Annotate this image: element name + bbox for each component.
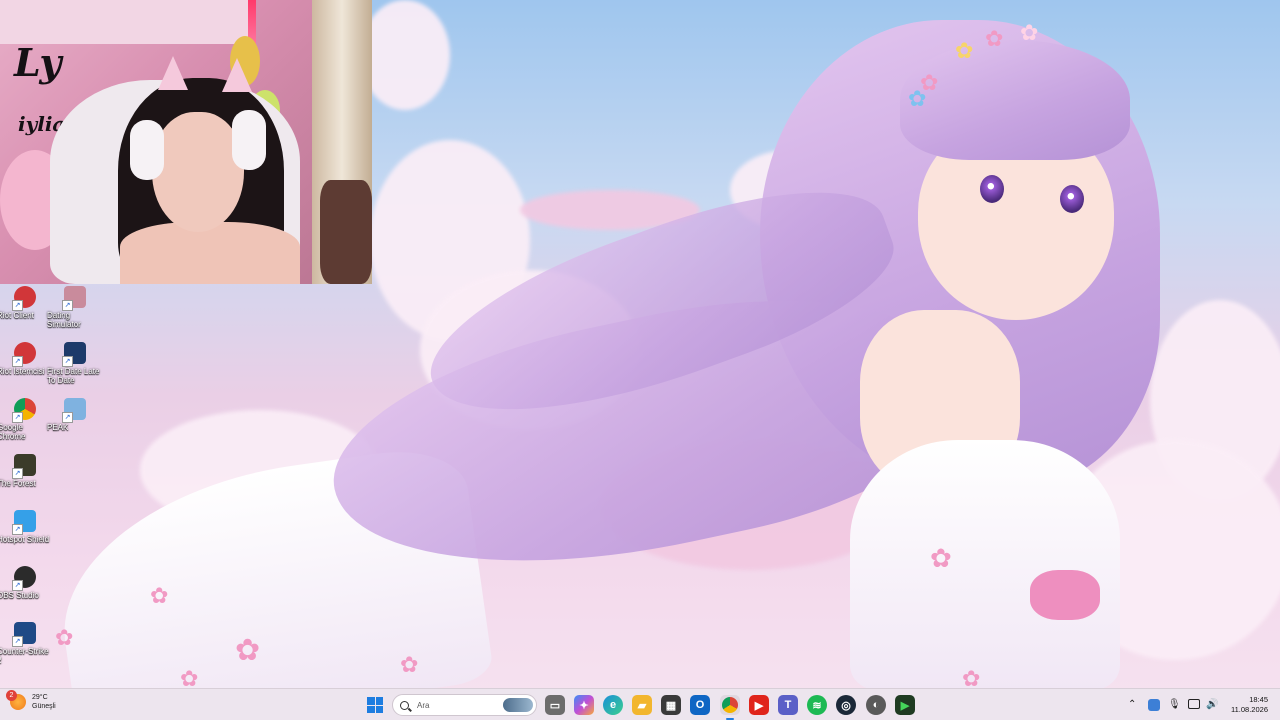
taskbar-app-teams[interactable]: T — [778, 695, 798, 715]
windows-logo-tile — [367, 697, 375, 705]
taskbar: 2 29°C Güneşli Ara ▭ ✦ e ▰ ▦ O ▶ T ≋ ◎ ◐… — [0, 688, 1280, 720]
taskbar-app-game-launcher[interactable]: ▶ — [895, 695, 915, 715]
hotspot-shield-icon — [12, 510, 36, 535]
youtube-icon: ▶ — [754, 699, 764, 712]
taskbar-app-copilot[interactable]: ✦ — [574, 695, 594, 715]
sun-icon: 2 — [6, 690, 26, 710]
shortcut-label: Counter-Strike 2 — [0, 647, 49, 665]
riot-client-icon — [12, 342, 36, 367]
play-icon: ▶ — [900, 699, 910, 712]
obs-studio-icon — [12, 566, 36, 591]
google-chrome-icon — [12, 398, 36, 423]
shortcut-label: OBS Studio — [0, 591, 39, 600]
desktop-shortcut-riot-client[interactable]: Riot Client — [0, 286, 52, 338]
taskbar-app-microsoft-store[interactable]: ▦ — [661, 695, 681, 715]
windows-logo-tile — [375, 697, 383, 705]
steam-icon: ◎ — [841, 699, 851, 712]
weather-widget[interactable]: 2 29°C Güneşli — [6, 690, 56, 711]
headphone-right — [232, 110, 266, 170]
taskbar-search-box[interactable]: Ara — [392, 694, 537, 716]
taskbar-app-chrome[interactable] — [720, 695, 740, 720]
monitor-icon[interactable] — [1188, 699, 1200, 709]
desktop-shortcut-first-date[interactable]: First Date Late To Date — [47, 342, 102, 394]
peak-icon — [62, 398, 86, 423]
first-date-icon — [62, 342, 86, 367]
system-tray: ⌃ 🎙 🔊 18:45 11.08.2026 — [1120, 689, 1280, 720]
outlook-icon: O — [695, 699, 705, 711]
weather-temperature: 29°C — [32, 694, 48, 701]
start-button[interactable] — [367, 697, 383, 713]
the-forest-icon — [12, 454, 36, 479]
shortcut-label: Hotspot Shield — [0, 535, 50, 544]
webcam-overlay: Ly iyliad — [0, 0, 372, 284]
copilot-icon: ✦ — [579, 699, 589, 712]
shortcut-label: Riot İstemcisi — [0, 367, 45, 376]
clock-date: 11.08.2026 — [1231, 705, 1268, 714]
windows-logo-tile — [367, 705, 375, 713]
desktop-shortcut-the-forest[interactable]: The Forest — [0, 454, 52, 506]
desktop-shortcut-peak[interactable]: PEAK — [47, 398, 102, 450]
desktop-shortcut-hotspot-shield[interactable]: Hotspot Shield — [0, 510, 52, 562]
desktop-shortcut-counter-strike[interactable]: Counter-Strike 2 — [0, 622, 52, 674]
shortcut-label: Google Chrome — [0, 423, 26, 441]
windows-logo-tile — [375, 705, 383, 713]
task-view-button[interactable]: ▭ — [545, 695, 565, 715]
edge-icon: e — [609, 699, 617, 711]
taskbar-app-file-explorer[interactable]: ▰ — [632, 695, 652, 715]
streamer-face — [152, 112, 244, 232]
speaker-icon[interactable]: 🔊 — [1206, 699, 1218, 711]
clock[interactable]: 18:45 11.08.2026 — [1231, 695, 1268, 715]
weather-condition: Güneşli — [32, 703, 56, 710]
taskbar-app-youtube[interactable]: ▶ — [749, 695, 769, 715]
search-highlight-image — [503, 698, 533, 712]
search-placeholder: Ara — [417, 700, 430, 710]
taskbar-app-steam[interactable]: ◎ — [836, 695, 856, 715]
cat-ear-left — [158, 56, 188, 90]
counter-strike-icon — [12, 622, 36, 647]
search-icon — [400, 700, 409, 710]
desktop-shortcut-riot-istemcisi[interactable]: Riot İstemcisi — [0, 342, 52, 394]
spotify-icon: ≋ — [812, 699, 822, 712]
shelf — [0, 0, 250, 44]
shield-icon[interactable] — [1148, 699, 1160, 711]
shortcut-label: First Date Late To Date — [47, 367, 100, 385]
shortcut-label: Dating Simulator — [47, 311, 81, 329]
figurine — [320, 180, 372, 284]
shortcut-label: PEAK — [47, 423, 69, 432]
task-view-icon: ▭ — [549, 699, 561, 712]
headphone-left — [130, 120, 164, 180]
microphone-icon[interactable]: 🎙 — [1168, 699, 1181, 711]
neon-sign-logo: Ly — [14, 40, 62, 85]
desktop-shortcut-dating-simulator[interactable]: Dating Simulator — [47, 286, 102, 338]
taskbar-app-spotify[interactable]: ≋ — [807, 695, 827, 715]
riot-client-icon — [12, 286, 36, 311]
taskbar-app-outlook[interactable]: O — [690, 695, 710, 715]
taskbar-app-edge[interactable]: e — [603, 695, 623, 715]
chevron-up-icon[interactable]: ⌃ — [1128, 699, 1136, 711]
chrome-icon — [722, 697, 738, 713]
store-icon: ▦ — [665, 699, 677, 712]
taskbar-app-riot[interactable]: ◐ — [866, 695, 886, 715]
clock-time: 18:45 — [1249, 695, 1268, 704]
dating-simulator-icon — [62, 286, 86, 311]
shortcut-label: The Forest — [0, 479, 36, 488]
desktop-shortcut-obs-studio[interactable]: OBS Studio — [0, 566, 52, 618]
notification-badge: 2 — [6, 690, 17, 701]
desktop-shortcut-google-chrome[interactable]: Google Chrome — [0, 398, 52, 450]
teams-icon: T — [784, 699, 792, 711]
riot-icon: ◐ — [872, 699, 880, 711]
folder-icon: ▰ — [637, 699, 647, 712]
streamer-shoulders — [120, 222, 300, 284]
shortcut-label: Riot Client — [0, 311, 34, 320]
